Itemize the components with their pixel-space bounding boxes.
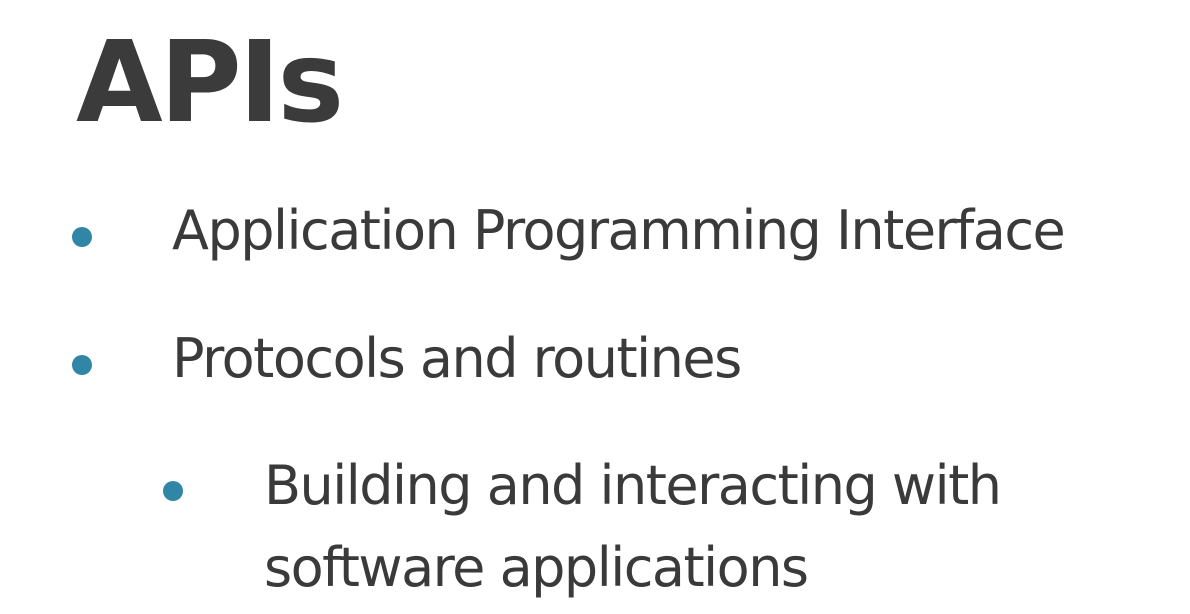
bullet-text: Application Programming Interface: [172, 199, 1066, 262]
bullet-dot-icon: [72, 355, 92, 375]
bullet-dot-icon: [163, 481, 183, 501]
bullet-text: Protocols and routines: [172, 327, 742, 390]
bullet-dot-icon: [72, 227, 92, 247]
slide: APIs Application Programming Interface P…: [0, 0, 1190, 614]
slide-title: APIs: [76, 18, 344, 148]
sub-bullet-text: Building and interacting with software a…: [264, 454, 1002, 599]
